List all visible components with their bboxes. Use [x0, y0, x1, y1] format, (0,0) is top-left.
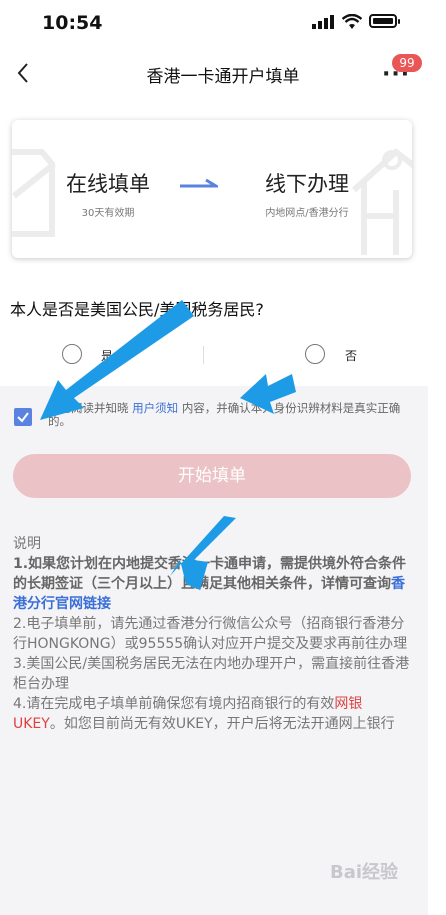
note-item-3: 3.美国公民/美国税务居民无法在内地办理开户，需直接前往香港柜台办理 [13, 656, 410, 692]
start-filling-button[interactable]: 开始填单 [13, 454, 411, 498]
notes-section: 说明 1.如果您计划在内地提交香港一卡通申请，需提供境外符合条件的长期签证（三个… [13, 534, 413, 734]
note-item-2: 2.电子填单前，请先通过香港分行微信公众号（招商银行香港分行HONGKONG）或… [13, 616, 408, 652]
signal-icon [312, 15, 334, 29]
note-item-1: 1.如果您计划在内地提交香港一卡通申请，需提供境外符合条件的长期签证（三个月以上… [13, 554, 413, 614]
agreement-text: 我已阅读并知晓 用户须知 内容，并确认本人身份识辨材料是真实正确的。 [48, 402, 408, 428]
step-offline-subtitle: 内地网点/香港分行 [265, 208, 349, 219]
notification-badge: 99 [392, 54, 422, 72]
process-card: 在线填单 30天有效期 线下办理 内地网点/香港分行 [12, 120, 412, 258]
main-content: 在线填单 30天有效期 线下办理 内地网点/香港分行 本人是否是美国公民/美国税… [0, 98, 428, 386]
radio-yes-label[interactable]: 是 [101, 347, 113, 364]
note-4-suffix: 。如您目前尚无有效UKEY，开户后将无法开通网上银行 [49, 716, 395, 732]
step-online: 在线填单 30天有效期 [48, 168, 168, 219]
step-offline-title: 线下办理 [265, 172, 349, 196]
status-time: 10:54 [42, 12, 103, 34]
page-title: 香港一卡通开户填单 [146, 67, 300, 87]
right-edge [428, 98, 446, 915]
agreement-checkbox[interactable] [14, 408, 32, 426]
step-offline: 线下办理 内地网点/香港分行 [247, 168, 367, 219]
watermark: Bai经验 [330, 862, 399, 883]
us-citizen-question: 本人是否是美国公民/美国税务居民? [10, 300, 264, 319]
note-4-prefix: 4.请在完成电子填单前确保您有境内招商银行的有效 [13, 696, 335, 712]
nav-bar: 香港一卡通开户填单 ··· [0, 48, 446, 98]
radio-no[interactable] [305, 344, 325, 364]
wifi-icon [342, 14, 362, 29]
agreement-prefix: 我已阅读并知晓 [48, 401, 129, 415]
radio-yes[interactable] [62, 344, 82, 364]
radio-no-label[interactable]: 否 [345, 347, 357, 364]
note-item-4: 4.请在完成电子填单前确保您有境内招商银行的有效网银UKEY。如您目前尚无有效U… [13, 694, 413, 734]
notes-heading: 说明 [13, 536, 41, 552]
right-arrow-icon [180, 178, 218, 188]
status-bar: 10:54 [0, 0, 446, 48]
step-online-subtitle: 30天有效期 [81, 208, 135, 219]
option-divider [203, 346, 204, 364]
battery-icon [369, 14, 400, 28]
us-citizen-options: 是 否 [0, 336, 428, 376]
user-notice-link[interactable]: 用户须知 [132, 401, 178, 415]
note-1-text: 1.如果您计划在内地提交香港一卡通申请，需提供境外符合条件的长期签证（三个月以上… [13, 556, 407, 592]
step-online-title: 在线填单 [66, 172, 150, 196]
